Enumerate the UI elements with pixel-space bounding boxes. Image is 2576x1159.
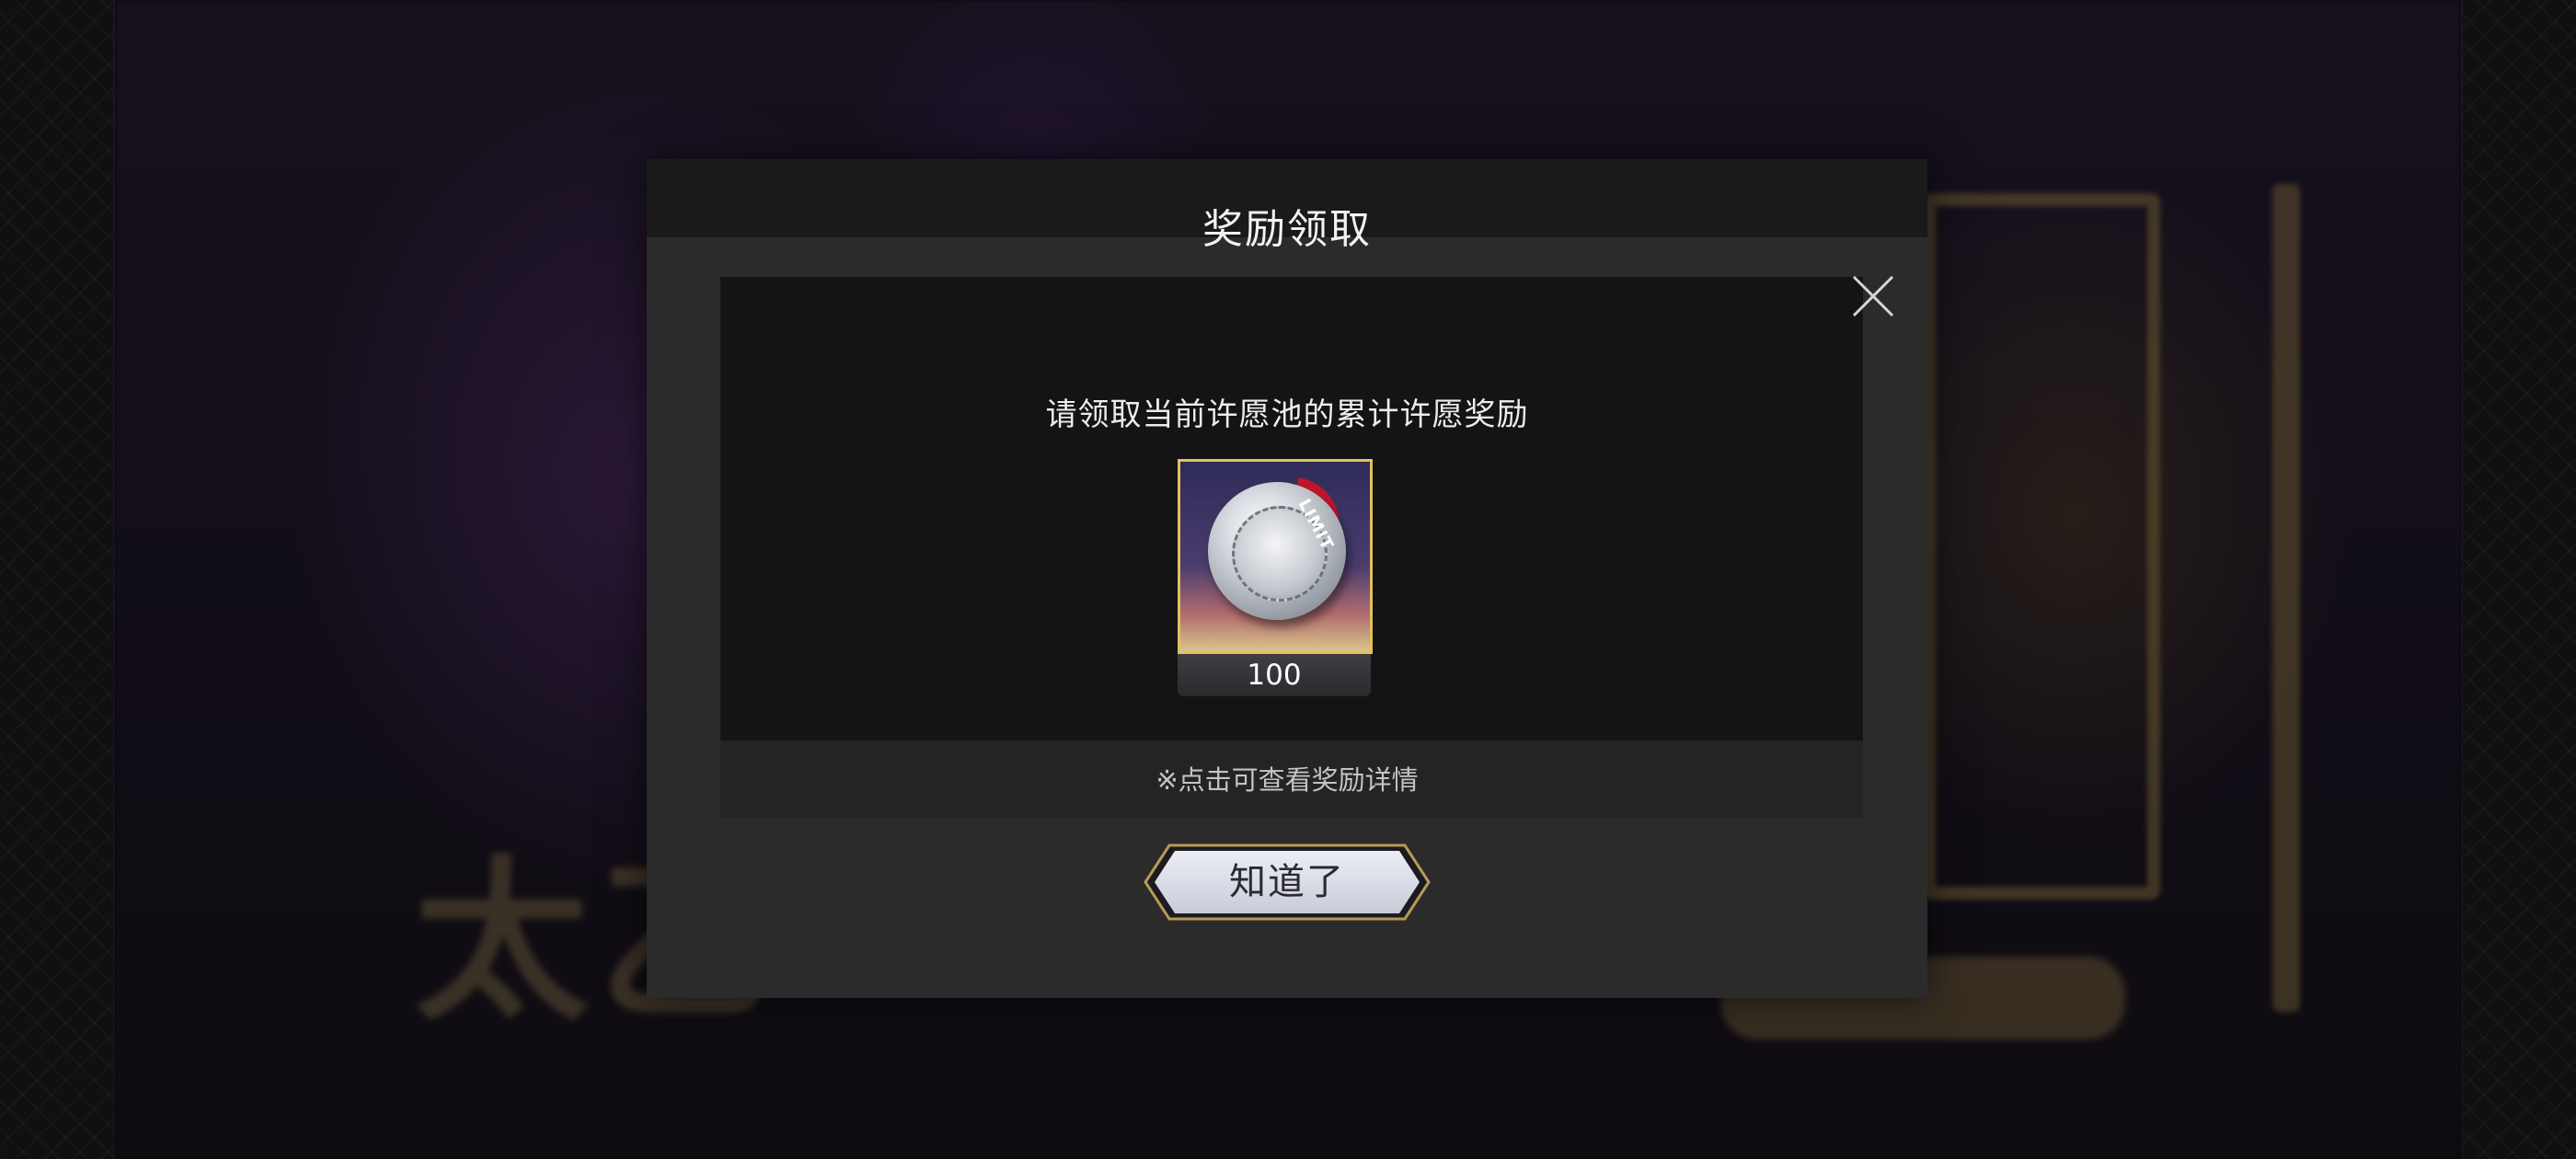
close-icon[interactable] bbox=[1850, 273, 1896, 319]
game-screen: 太乙 奖励领取 请领取当前许愿池的累计许愿奖励 LIMIT 100 ※点击可查看… bbox=[0, 0, 2576, 1159]
dialog-prompt: 请领取当前许愿池的累计许愿奖励 bbox=[1045, 396, 1529, 433]
reward-dialog: 奖励领取 请领取当前许愿池的累计许愿奖励 LIMIT 100 ※点击可查看奖励详… bbox=[647, 159, 1927, 998]
reward-item[interactable]: LIMIT 100 bbox=[1178, 459, 1373, 700]
reward-thumbnail: LIMIT bbox=[1178, 459, 1373, 654]
left-decorative-panel bbox=[0, 0, 115, 1159]
reward-hint: ※点击可查看奖励详情 bbox=[1156, 764, 1419, 796]
confirm-button-label: 知道了 bbox=[1229, 861, 1345, 903]
dialog-title: 奖励领取 bbox=[1202, 206, 1372, 253]
right-decorative-panel bbox=[2461, 0, 2576, 1159]
silver-limited-coin-icon bbox=[1208, 482, 1346, 620]
reward-count: 100 bbox=[1178, 654, 1371, 696]
confirm-button[interactable]: 知道了 bbox=[1142, 842, 1432, 923]
